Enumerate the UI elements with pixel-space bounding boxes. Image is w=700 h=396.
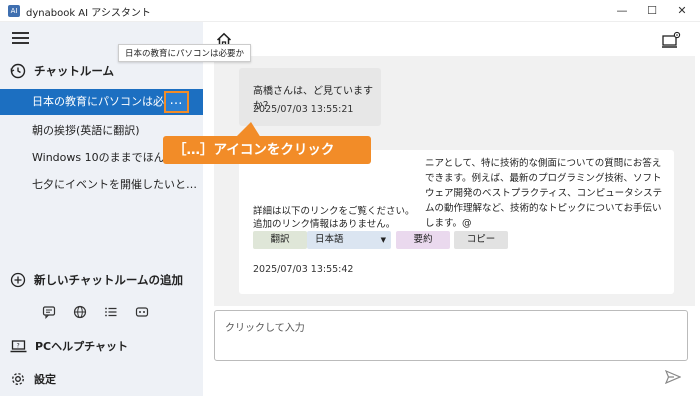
app-logo-icon: AI <box>8 5 20 17</box>
chat-room-label: 日本の教育にパソコンは必要か <box>32 95 186 108</box>
chat-room-label: 朝の挨拶(英語に翻訳) <box>32 124 140 137</box>
history-icon <box>10 63 26 79</box>
gear-icon <box>12 373 24 385</box>
more-options-button[interactable]: … <box>164 91 189 113</box>
translate-button[interactable]: 翻訳 <box>253 231 307 249</box>
message-input[interactable] <box>215 317 687 339</box>
summarize-button[interactable]: 要約 <box>396 231 450 249</box>
room-name-tooltip: 日本の教育にパソコンは必要か <box>118 44 252 62</box>
settings-label: 設定 <box>34 373 56 386</box>
send-icon[interactable] <box>665 370 681 384</box>
language-select[interactable]: 日本語 ▼ <box>307 231 391 249</box>
globe-icon[interactable] <box>71 305 89 321</box>
chat-rooms-label: チャットルーム <box>34 64 115 78</box>
add-chat-room-label: 新しいチャットルームの追加 <box>34 273 184 287</box>
user-message-timestamp: 2025/07/03 13:55:21 <box>253 104 354 115</box>
detail-line: 追加のリンク情報はありません。 <box>253 219 396 230</box>
instruction-callout: ［…］アイコンをクリック <box>163 136 371 164</box>
user-message-bubble: 高橋さんは、ど見ていますか？ 2025/07/03 13:55:21 <box>239 68 381 126</box>
main-panel: 高橋さんは、ど見ていますか？ 2025/07/03 13:55:21 ニアとして… <box>203 22 700 396</box>
message-input-box[interactable] <box>214 310 688 361</box>
menu-icon[interactable] <box>12 32 29 44</box>
pc-help-label: PCヘルプチャット <box>35 340 129 353</box>
chat-icon[interactable] <box>40 305 58 321</box>
ai-message-timestamp: 2025/07/03 13:55:42 <box>253 264 354 275</box>
svg-text:?: ? <box>17 342 20 349</box>
window-title: dynabook AI アシスタント <box>26 8 151 19</box>
quick-actions <box>40 305 164 321</box>
sidebar: チャットルーム 日本の教育にパソコンは必要か … 朝の挨拶(英語に翻訳) Win… <box>0 22 203 396</box>
laptop-help-icon: ? <box>10 339 27 352</box>
pc-settings-icon[interactable] <box>662 31 682 49</box>
chat-room-item[interactable]: 七夕にイベントを開催したいと… <box>0 172 203 198</box>
robot-icon[interactable] <box>133 305 151 321</box>
ai-message-bubble: ニアとして、特に技術的な側面についての質問にお答えできます。例えば、最新のプログ… <box>239 150 674 294</box>
maximize-button[interactable]: ☐ <box>638 2 666 20</box>
language-value: 日本語 <box>315 234 344 245</box>
title-bar: AI dynabook AI アシスタント — ☐ ✕ <box>0 0 700 22</box>
plus-circle-icon <box>10 272 26 288</box>
chat-area: 高橋さんは、ど見ていますか？ 2025/07/03 13:55:21 ニアとして… <box>214 56 695 306</box>
detail-line: 詳細は以下のリンクをご覧ください。 <box>253 206 415 217</box>
pc-help-chat-button[interactable]: ? PCヘルプチャット <box>10 338 128 354</box>
chat-room-label: 七夕にイベントを開催したいと… <box>32 178 197 191</box>
chat-room-item-active[interactable]: 日本の教育にパソコンは必要か … <box>0 89 203 115</box>
ai-message-detail: 詳細は以下のリンクをご覧ください。 追加のリンク情報はありません。 <box>253 205 415 231</box>
add-chat-room-button[interactable]: 新しいチャットルームの追加 <box>10 272 183 288</box>
settings-button[interactable]: 設定 <box>10 371 56 387</box>
chat-rooms-header: チャットルーム <box>10 63 114 79</box>
close-button[interactable]: ✕ <box>668 2 696 20</box>
chevron-down-icon: ▼ <box>380 236 386 244</box>
list-icon[interactable] <box>102 305 120 321</box>
minimize-button[interactable]: — <box>608 2 636 20</box>
copy-button[interactable]: コピー <box>454 231 508 249</box>
